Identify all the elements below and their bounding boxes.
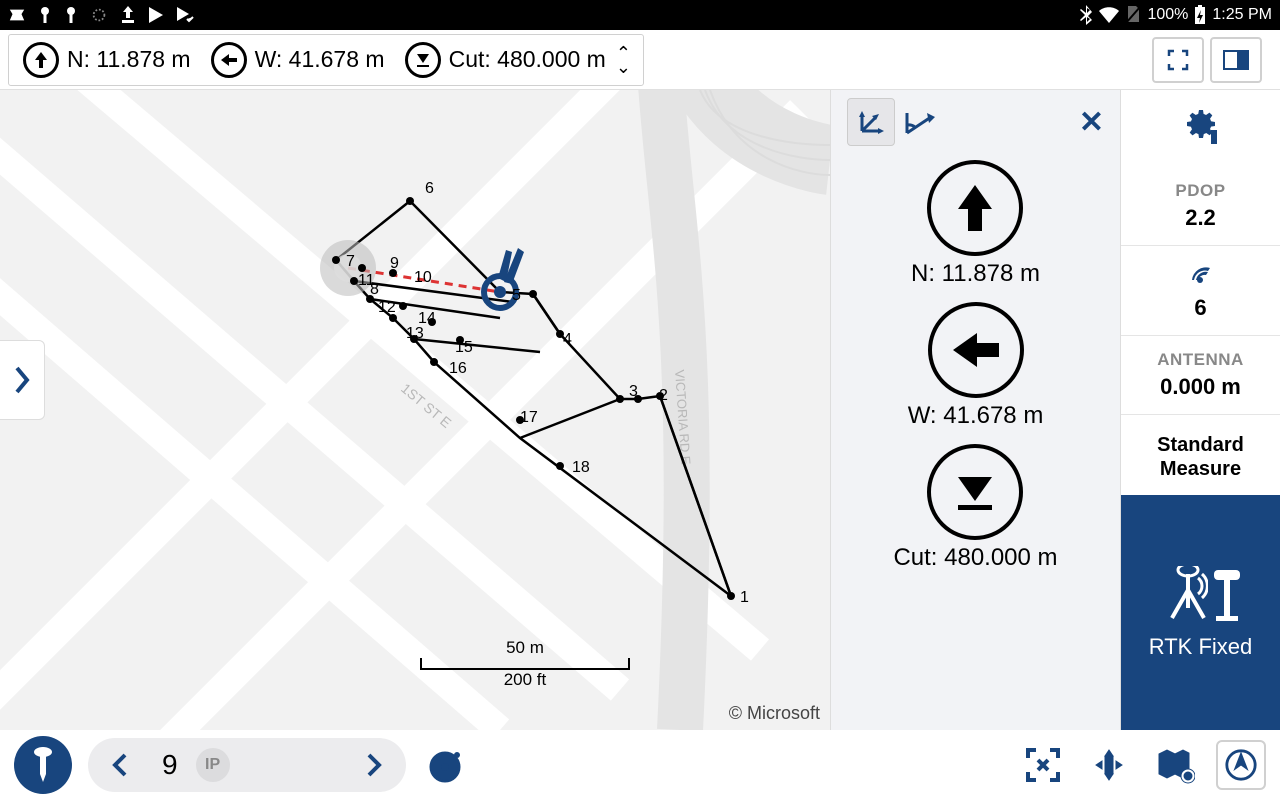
status-left-icons — [8, 6, 194, 24]
nav-west: W: 41.678 m — [908, 302, 1044, 430]
key-icon — [38, 6, 52, 24]
status-right-icons: 100% 1:25 PM — [1079, 5, 1272, 25]
status-rail: PDOP 2.2 6 ANTENNA 0.000 m StandardMeasu… — [1120, 90, 1280, 730]
svg-text:4: 4 — [563, 331, 572, 348]
split-view-button[interactable] — [1210, 37, 1262, 83]
bluetooth-icon — [1079, 5, 1093, 25]
bottom-toolbar: 9 IP — [0, 730, 1280, 800]
key-icon — [64, 6, 78, 24]
satellites-section[interactable]: 6 — [1121, 246, 1280, 336]
delta-north: N: 11.878 m — [13, 42, 201, 78]
arrow-left-icon — [211, 42, 247, 78]
map-canvas[interactable]: 1ST ST E VICTORIA RD E — [0, 90, 830, 730]
android-status-bar: 100% 1:25 PM — [0, 0, 1280, 30]
deltas-reorder[interactable]: ⌃⌄ — [616, 46, 631, 74]
map-scale-bar: 50 m 200 ft — [420, 638, 630, 690]
clock: 1:25 PM — [1212, 6, 1272, 24]
upload-icon — [120, 6, 136, 24]
svg-text:6: 6 — [425, 180, 434, 197]
stake-mode-button[interactable] — [14, 736, 72, 794]
expand-panel-tab[interactable] — [0, 340, 45, 420]
battery-charging-icon — [1194, 5, 1206, 25]
center-on-point-button[interactable] — [1084, 740, 1134, 790]
sun-icon — [90, 6, 108, 24]
play-icon — [148, 6, 164, 24]
arrow-up-icon — [23, 42, 59, 78]
pdop-section[interactable]: PDOP 2.2 — [1121, 167, 1280, 246]
svg-text:18: 18 — [572, 459, 590, 476]
rtk-icon — [1158, 566, 1244, 622]
target-point-button[interactable] — [422, 740, 472, 790]
map-attribution: © Microsoft — [729, 703, 820, 724]
rtk-status-button[interactable]: RTK Fixed — [1121, 495, 1280, 730]
prev-point-button[interactable] — [94, 740, 144, 790]
nav-cut-button[interactable] — [927, 444, 1023, 540]
point-code-badge: IP — [196, 748, 230, 782]
play-check-icon — [176, 6, 194, 24]
survey-overlay: 6 7 9 10 8 12 14 13 15 16 17 18 5 4 3 2 … — [0, 90, 830, 730]
svg-text:9: 9 — [390, 255, 399, 272]
delta-values[interactable]: N: 11.878 m W: 41.678 m Cut: 480.000 m ⌃… — [8, 34, 644, 86]
svg-text:13: 13 — [406, 325, 424, 342]
svg-text:3: 3 — [629, 383, 638, 400]
svg-text:12: 12 — [378, 299, 396, 316]
svg-text:5: 5 — [512, 287, 521, 304]
point-stepper: 9 IP — [88, 738, 406, 792]
point-id[interactable]: 9 — [144, 749, 196, 781]
svg-text:7: 7 — [346, 253, 355, 270]
satellite-icon — [1186, 260, 1216, 286]
battery-percent: 100% — [1147, 6, 1188, 24]
delta-cut: Cut: 480.000 m — [395, 42, 616, 78]
nav-mode-bearing[interactable] — [895, 98, 943, 146]
svg-text:17: 17 — [520, 409, 538, 426]
nav-cut: Cut: 480.000 m — [893, 444, 1057, 572]
svg-text:15: 15 — [455, 339, 473, 356]
antenna-section[interactable]: ANTENNA 0.000 m — [1121, 336, 1280, 415]
app-icon — [8, 6, 26, 24]
svg-text:11: 11 — [358, 272, 375, 289]
svg-text:10: 10 — [414, 269, 432, 286]
settings-button[interactable] — [1181, 90, 1221, 167]
nav-mode-orthogonal[interactable] — [847, 98, 895, 146]
no-sim-icon — [1125, 6, 1141, 24]
wifi-icon — [1099, 7, 1119, 23]
svg-text:2: 2 — [659, 387, 668, 404]
zoom-extents-button[interactable] — [1018, 740, 1068, 790]
svg-text:16: 16 — [449, 360, 467, 377]
measure-mode-section[interactable]: StandardMeasure — [1121, 415, 1280, 495]
map-layers-button[interactable] — [1150, 740, 1200, 790]
nav-north-button[interactable] — [927, 160, 1023, 256]
cut-down-icon — [405, 42, 441, 78]
svg-text:1: 1 — [740, 589, 749, 606]
orient-north-button[interactable] — [1216, 740, 1266, 790]
nav-north: N: 11.878 m — [911, 160, 1040, 288]
navigation-panel: ✕ N: 11.878 m W: 41.678 m Cut: 480.000 m — [830, 90, 1120, 730]
close-panel-icon[interactable]: ✕ — [1079, 105, 1104, 140]
nav-west-button[interactable] — [928, 302, 1024, 398]
delta-west: W: 41.678 m — [201, 42, 395, 78]
fullscreen-button[interactable] — [1152, 37, 1204, 83]
delta-bar: N: 11.878 m W: 41.678 m Cut: 480.000 m ⌃… — [0, 30, 1280, 90]
next-point-button[interactable] — [350, 740, 400, 790]
